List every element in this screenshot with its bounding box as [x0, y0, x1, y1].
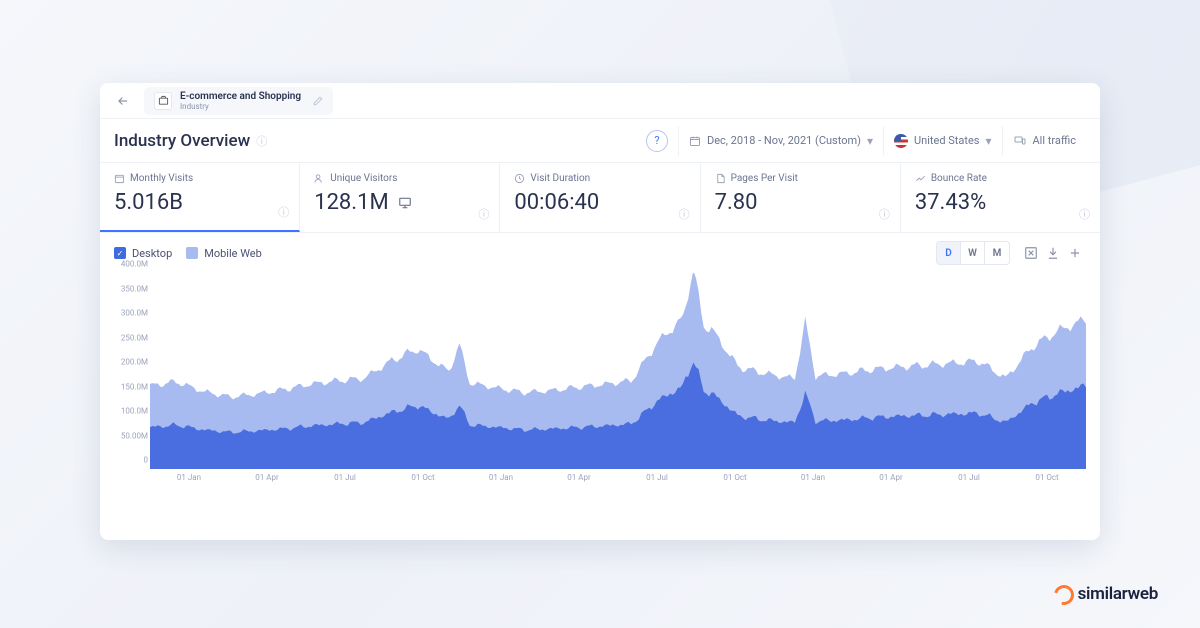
brand-logo: similarweb [1054, 584, 1158, 604]
checkbox-icon: ✓ [114, 247, 126, 259]
kpi-monthly-visits[interactable]: Monthly Visits 5.016B ⓘ [100, 163, 300, 232]
x-tick: 01 Oct [723, 473, 746, 482]
info-icon[interactable]: ⓘ [879, 206, 890, 222]
y-tick: 250.0M [121, 333, 148, 342]
country-label: United States [914, 134, 979, 147]
x-tick: 01 Jul [646, 473, 668, 482]
granularity-toggle: D W M [936, 241, 1010, 265]
page-title: Industry Overview [114, 131, 250, 151]
country-selector[interactable]: United States ▾ [883, 126, 1002, 156]
date-range-selector[interactable]: Dec, 2018 - Nov, 2021 (Custom) ▾ [678, 126, 883, 156]
devices-icon [1013, 135, 1027, 147]
checkbox-icon [186, 247, 198, 259]
calendar-icon [114, 173, 125, 184]
x-tick: 01 Jan [801, 473, 825, 482]
y-tick: 300.0M [121, 309, 148, 318]
info-icon[interactable]: ⓘ [478, 206, 489, 222]
date-range-label: Dec, 2018 - Nov, 2021 (Custom) [707, 134, 861, 147]
x-tick: 01 Apr [255, 473, 278, 482]
kpi-pages-per-visit[interactable]: Pages Per Visit 7.80 ⓘ [701, 163, 901, 232]
breadcrumb-category: E-commerce and Shopping [180, 91, 301, 102]
x-tick: 01 Oct [411, 473, 434, 482]
bounce-icon [915, 173, 926, 184]
x-tick: 01 Jan [177, 473, 201, 482]
info-icon[interactable]: ⓘ [278, 204, 289, 220]
chart-toolbar: ✓ Desktop Mobile Web D W M [100, 233, 1100, 273]
users-icon [314, 173, 325, 184]
us-flag-icon [894, 134, 908, 148]
header-row: Industry Overview ⓘ ? Dec, 2018 - Nov, 2… [100, 119, 1100, 163]
y-tick: 200.0M [121, 358, 148, 367]
breadcrumb-sublabel: Industry [180, 102, 301, 111]
edit-icon[interactable] [313, 96, 323, 106]
chevron-down-icon: ▾ [985, 134, 991, 148]
traffic-label: All traffic [1033, 134, 1077, 147]
x-axis: 01 Jan 01 Apr 01 Jul 01 Oct 01 Jan 01 Apr 01 J… [150, 473, 1086, 493]
export-excel-button[interactable] [1020, 242, 1042, 264]
breadcrumb-bar: E-commerce and Shopping Industry [100, 83, 1100, 119]
chart-plot [150, 273, 1086, 469]
industry-icon [154, 92, 172, 110]
download-button[interactable] [1042, 242, 1064, 264]
x-tick: 01 Jul [334, 473, 356, 482]
y-tick: 0 [144, 456, 149, 465]
traffic-chart: 050.00M100.0M150.0M200.0M250.0M300.0M350… [150, 273, 1086, 493]
x-tick: 01 Jan [489, 473, 513, 482]
breadcrumb[interactable]: E-commerce and Shopping Industry [144, 87, 333, 115]
info-icon[interactable]: ⓘ [256, 133, 267, 149]
kpi-unique-visitors[interactable]: Unique Visitors 128.1M ⓘ [300, 163, 500, 232]
y-tick: 150.0M [121, 382, 148, 391]
granularity-week[interactable]: W [961, 242, 985, 264]
x-tick: 01 Apr [567, 473, 590, 482]
desktop-icon [397, 196, 413, 210]
granularity-month[interactable]: M [985, 242, 1009, 264]
x-tick: 01 Apr [879, 473, 902, 482]
dashboard-panel: E-commerce and Shopping Industry Industr… [100, 83, 1100, 540]
logo-mark-icon [1054, 585, 1072, 603]
y-axis: 0 50.00M 100.0M 150.0M 200.0M 250.0M 300.0M 350… [108, 273, 148, 469]
clock-icon [514, 173, 525, 184]
x-tick: 01 Jul [958, 473, 980, 482]
y-tick: 350.0M [121, 284, 148, 293]
calendar-icon [689, 135, 701, 147]
y-tick: 50.00M [121, 431, 148, 440]
legend-mobile-web[interactable]: Mobile Web [186, 247, 262, 260]
info-icon[interactable]: ⓘ [1079, 206, 1090, 222]
add-button[interactable] [1064, 242, 1086, 264]
legend-desktop[interactable]: ✓ Desktop [114, 247, 172, 260]
help-button[interactable]: ? [646, 130, 668, 152]
pages-icon [715, 173, 726, 184]
kpi-row: Monthly Visits 5.016B ⓘ Unique Visitors … [100, 163, 1100, 233]
chart-legend: ✓ Desktop Mobile Web [114, 247, 262, 260]
traffic-selector[interactable]: All traffic [1002, 126, 1087, 156]
kpi-visit-duration[interactable]: Visit Duration 00:06:40 ⓘ [500, 163, 700, 232]
granularity-day[interactable]: D [937, 242, 961, 264]
brand-name: similarweb [1078, 584, 1158, 604]
info-icon[interactable]: ⓘ [679, 206, 690, 222]
x-tick: 01 Oct [1035, 473, 1058, 482]
kpi-bounce-rate[interactable]: Bounce Rate 37.43% ⓘ [901, 163, 1100, 232]
y-tick: 400.0M [121, 260, 148, 269]
back-button[interactable] [110, 88, 136, 114]
y-tick: 100.0M [121, 407, 148, 416]
chevron-down-icon: ▾ [867, 134, 873, 148]
